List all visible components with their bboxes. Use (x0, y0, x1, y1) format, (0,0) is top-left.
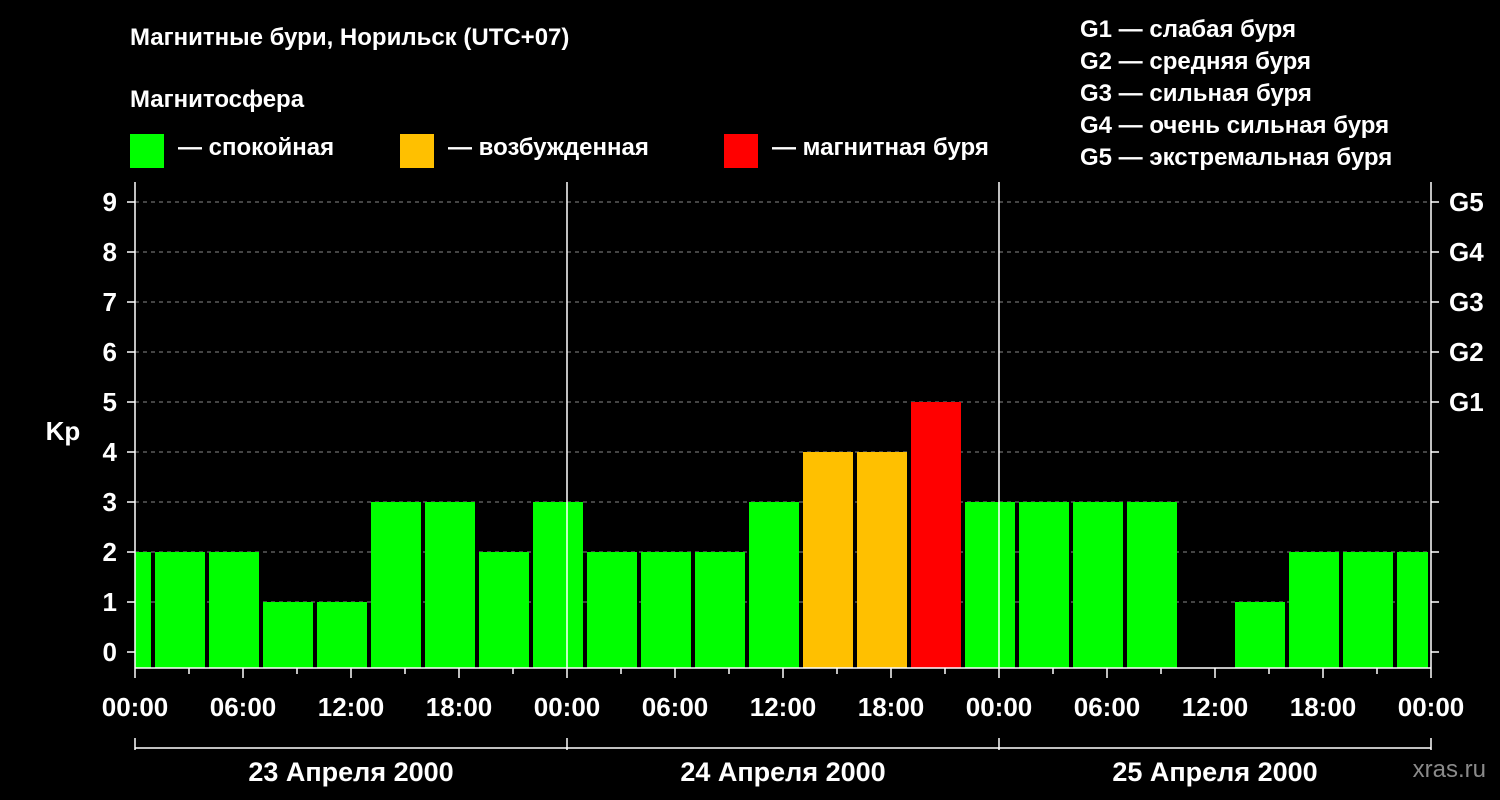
kp-bar (695, 552, 745, 668)
kp-bar (1235, 602, 1285, 668)
kp-bar (1289, 552, 1339, 668)
y-tick-label: 9 (103, 187, 117, 217)
kp-bar (803, 452, 853, 668)
kp-bar (1019, 502, 1069, 668)
kp-bar (1397, 552, 1428, 668)
x-tick-label: 12:00 (750, 692, 817, 722)
x-tick-label: 06:00 (1074, 692, 1141, 722)
y-tick-label: 2 (103, 537, 117, 567)
kp-bar (263, 602, 313, 668)
day-label: 24 Апреля 2000 (680, 757, 885, 787)
kp-bar (533, 502, 583, 668)
y-tick-label: 3 (103, 487, 117, 517)
watermark: xras.ru (1412, 756, 1486, 783)
kp-chart: 0 1 2 3 4 5 6 7 8 9 G1 G2 G3 G4 G5 Kp 00:00 06:00 12:00 18:… (46, 182, 1484, 787)
kp-bar (425, 502, 475, 668)
y-tick-label: 0 (103, 637, 117, 667)
g-tick-label: G1 (1449, 387, 1484, 417)
kp-bar (587, 552, 637, 668)
g-tick-label: G5 (1449, 187, 1484, 217)
kp-bar (641, 552, 691, 668)
x-tick-label: 18:00 (426, 692, 493, 722)
x-tick-label: 00:00 (966, 692, 1033, 722)
x-tick-label: 00:00 (102, 692, 169, 722)
kp-bar (965, 502, 1015, 668)
kp-bar (155, 552, 205, 668)
kp-bar (857, 452, 907, 668)
y-tick-label: 6 (103, 337, 117, 367)
x-tick-label: 06:00 (642, 692, 709, 722)
y-tick-label: 7 (103, 287, 117, 317)
day-label: 25 Апреля 2000 (1112, 757, 1317, 787)
kp-bar (1073, 502, 1123, 668)
kp-bar (1127, 502, 1177, 668)
day-label: 23 Апреля 2000 (248, 757, 453, 787)
kp-bar (317, 602, 367, 668)
y-tick-label: 5 (103, 387, 117, 417)
y-tick-label: 4 (103, 437, 118, 467)
kp-bar (209, 552, 259, 668)
x-tick-label: 06:00 (210, 692, 277, 722)
kp-bar (749, 502, 799, 668)
g-tick-label: G3 (1449, 287, 1484, 317)
x-tick-label: 12:00 (318, 692, 385, 722)
x-tick-label: 18:00 (858, 692, 925, 722)
kp-bar (479, 552, 529, 668)
x-tick-label: 12:00 (1182, 692, 1249, 722)
kp-bar (135, 552, 151, 668)
x-tick-label: 18:00 (1290, 692, 1357, 722)
kp-bar (1343, 552, 1393, 668)
x-tick-label: 00:00 (1398, 692, 1465, 722)
kp-bar (911, 402, 961, 668)
kp-bar (371, 502, 421, 668)
y-tick-label: 8 (103, 237, 117, 267)
g-tick-label: G4 (1449, 237, 1484, 267)
y-tick-label: 1 (103, 587, 117, 617)
g-tick-label: G2 (1449, 337, 1484, 367)
x-tick-label: 00:00 (534, 692, 601, 722)
y-axis-label: Kp (46, 416, 81, 446)
